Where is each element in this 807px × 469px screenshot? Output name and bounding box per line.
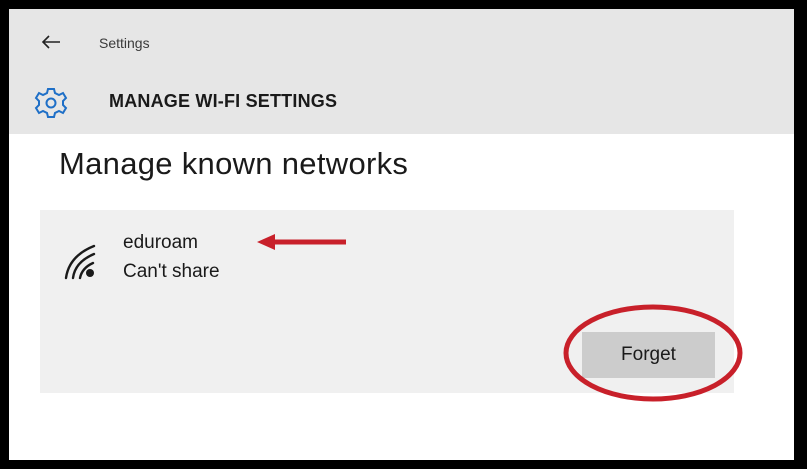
network-name: eduroam bbox=[123, 232, 198, 253]
header-bar: Settings MANAGE WI-FI SETTINGS bbox=[9, 9, 794, 134]
section-heading: Manage known networks bbox=[59, 146, 409, 181]
network-item-eduroam[interactable]: eduroam Can't share Forget bbox=[40, 210, 734, 393]
gear-icon bbox=[34, 88, 68, 118]
page-title: MANAGE WI-FI SETTINGS bbox=[109, 91, 338, 111]
settings-window: Settings MANAGE WI-FI SETTINGS Manage kn… bbox=[0, 0, 807, 469]
back-button[interactable] bbox=[37, 29, 65, 55]
network-status: Can't share bbox=[123, 261, 220, 282]
wifi-signal-icon bbox=[64, 244, 96, 280]
forget-button[interactable]: Forget bbox=[582, 332, 715, 378]
back-arrow-icon bbox=[41, 35, 60, 49]
breadcrumb: Settings bbox=[99, 35, 150, 51]
